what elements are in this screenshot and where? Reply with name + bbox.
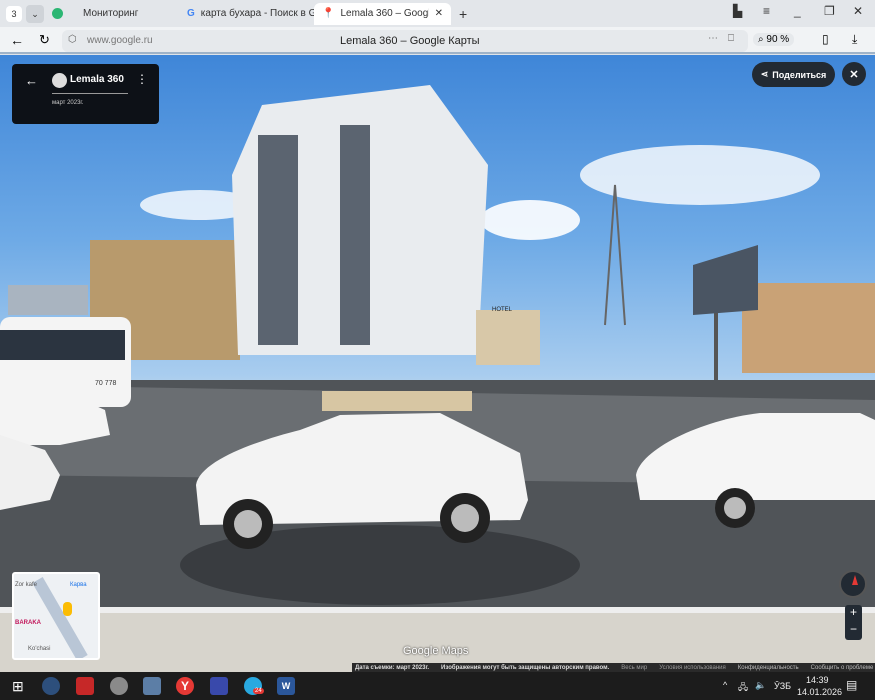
google-icon: G (187, 8, 195, 19)
back-button[interactable]: ← (10, 32, 24, 48)
close-button[interactable]: ✕ (842, 62, 866, 86)
minimap[interactable]: BARAKA Карва Zor kafe Ko'chasi (12, 572, 100, 660)
apartment-facade (340, 125, 370, 345)
clock-date[interactable]: 14.01.2026 (797, 687, 842, 697)
tab-strip: 3 ⌄ Мониторинг Gкарта бухара - Поиск в G… (0, 0, 875, 27)
map-label: BARAKA (15, 620, 41, 626)
magnifier-icon: ⌕ (758, 34, 764, 45)
zoom-in-button[interactable]: + (845, 605, 862, 622)
clock-time[interactable]: 14:39 (806, 675, 829, 685)
building (742, 283, 875, 373)
back-arrow-icon[interactable]: ← (25, 73, 38, 88)
close-tab-icon[interactable]: ✕ (435, 8, 443, 19)
capture-date[interactable]: март 2023г. (52, 100, 84, 106)
tab-maps[interactable]: 📍 Lemala 360 – Google Карты ✕ (314, 2, 451, 25)
language-indicator[interactable]: ӮЗБ (774, 681, 791, 691)
reader-icon[interactable]: ▙ (733, 4, 742, 18)
tab-label: Мониторинг (83, 8, 139, 19)
terms-link[interactable]: Условия использования (659, 665, 726, 671)
taskbar: ⊞ Y 24 W ^ 🖧 🔈 ӮЗБ 14:39 14.01.2026 ▤ (0, 672, 875, 700)
restore-button[interactable]: ❐ (824, 4, 835, 18)
address-bar: ← ↻ ⬡ www.google.ru Lemala 360 – Google … (0, 27, 875, 54)
map-label: Карва (70, 582, 87, 588)
yandex-browser-icon[interactable]: Y (176, 677, 194, 695)
pegman-icon (63, 602, 72, 616)
save-app-icon[interactable] (210, 677, 228, 695)
app-icon[interactable] (110, 677, 128, 695)
report-link[interactable]: Сообщить о проблеме (811, 665, 874, 671)
street-view[interactable]: HOTEL 70 778 ← Lemala 360 ⋮ март 2023г. … (0, 55, 875, 672)
hotel-building (476, 310, 540, 365)
hotel-sign: HOTEL (492, 307, 513, 313)
shield-icon: ⬡ (68, 34, 77, 45)
zoom-level: 90 % (766, 34, 790, 45)
more-vert-icon[interactable]: ⋮ (136, 72, 148, 86)
map-label: Zor kafe (15, 582, 38, 588)
notification-badge: 24 (253, 688, 264, 694)
roof-cargo (322, 391, 472, 411)
map-footer: Дата съемки: март 2023г. Изображения мог… (352, 663, 875, 672)
tab-list-dropdown[interactable]: ⌄ (26, 4, 44, 23)
menu-icon[interactable]: ≡ (763, 4, 770, 18)
maps-pin-icon: 📍 (322, 8, 335, 19)
network-icon[interactable]: 🖧 (738, 680, 748, 696)
tab-search[interactable]: Gкарта бухара - Поиск в Google (179, 3, 314, 25)
tray-chevron-icon[interactable]: ^ (723, 680, 727, 690)
close-window-button[interactable]: ✕ (853, 4, 863, 18)
url-text: www.google.ru (87, 35, 153, 46)
share-button[interactable]: ⋖ Поделиться (752, 62, 835, 87)
zoom-control: + − (845, 605, 862, 640)
word-icon[interactable]: W (277, 677, 295, 695)
download-icon[interactable]: ⤓ (852, 32, 857, 47)
tmp-icon (52, 8, 63, 19)
compass-icon[interactable] (839, 570, 867, 598)
tab-label: карта бухара - Поиск в Google (200, 8, 314, 19)
google-maps-watermark: Google Maps (403, 645, 469, 657)
street-view-scene: HOTEL 70 778 (0, 85, 875, 672)
page-title: Lemala 360 – Google Карты (340, 35, 480, 47)
footer-copyright: Изображения могут быть защищены авторски… (441, 664, 610, 671)
bookmark-icon[interactable]: ⎕ (728, 33, 734, 44)
url-input[interactable]: ⬡ www.google.ru Lemala 360 – Google Карт… (62, 30, 748, 52)
new-tab-button[interactable]: + (459, 6, 467, 22)
power-pylon (604, 184, 626, 326)
minimize-button[interactable]: _ (794, 4, 801, 18)
zoom-out-button[interactable]: − (845, 622, 862, 639)
app-icon[interactable] (76, 677, 94, 695)
place-name[interactable]: Lemala 360 (70, 74, 124, 85)
windows-start-icon[interactable]: ⊞ (12, 678, 24, 695)
tab-monitoring[interactable]: Мониторинг (44, 3, 179, 25)
map-label: Ko'chasi (28, 646, 51, 652)
reload-button[interactable]: ↻ (39, 32, 50, 48)
tab-label: Lemala 360 – Google Карты (340, 8, 429, 19)
billboard (693, 245, 758, 315)
footer-capture-date: Дата съемки: март 2023г. (355, 664, 430, 671)
calculator-icon[interactable] (143, 677, 161, 695)
tab-count-button[interactable]: 3 (6, 5, 22, 22)
share-label: Поделиться (772, 69, 827, 80)
share-icon: ⋖ (760, 69, 769, 79)
collections-icon[interactable]: ▯ (822, 32, 829, 46)
notifications-icon[interactable]: ▤ (846, 678, 857, 692)
world-link[interactable]: Весь мир (621, 665, 647, 671)
apartment-facade (258, 135, 298, 345)
avatar (52, 73, 67, 88)
zoom-button[interactable]: ⌕ 90 % (753, 33, 795, 46)
volume-icon[interactable]: 🔈 (755, 680, 766, 691)
place-info-panel: ← Lemala 360 ⋮ март 2023г. (12, 64, 159, 124)
bus-plate: 70 778 (95, 380, 117, 387)
cloud (480, 200, 580, 240)
browser-app-icon[interactable] (42, 677, 60, 695)
privacy-link[interactable]: Конфиденциальность (738, 665, 799, 671)
more-icon[interactable]: ⋯ (708, 33, 718, 44)
divider (52, 93, 128, 94)
building (8, 285, 88, 315)
